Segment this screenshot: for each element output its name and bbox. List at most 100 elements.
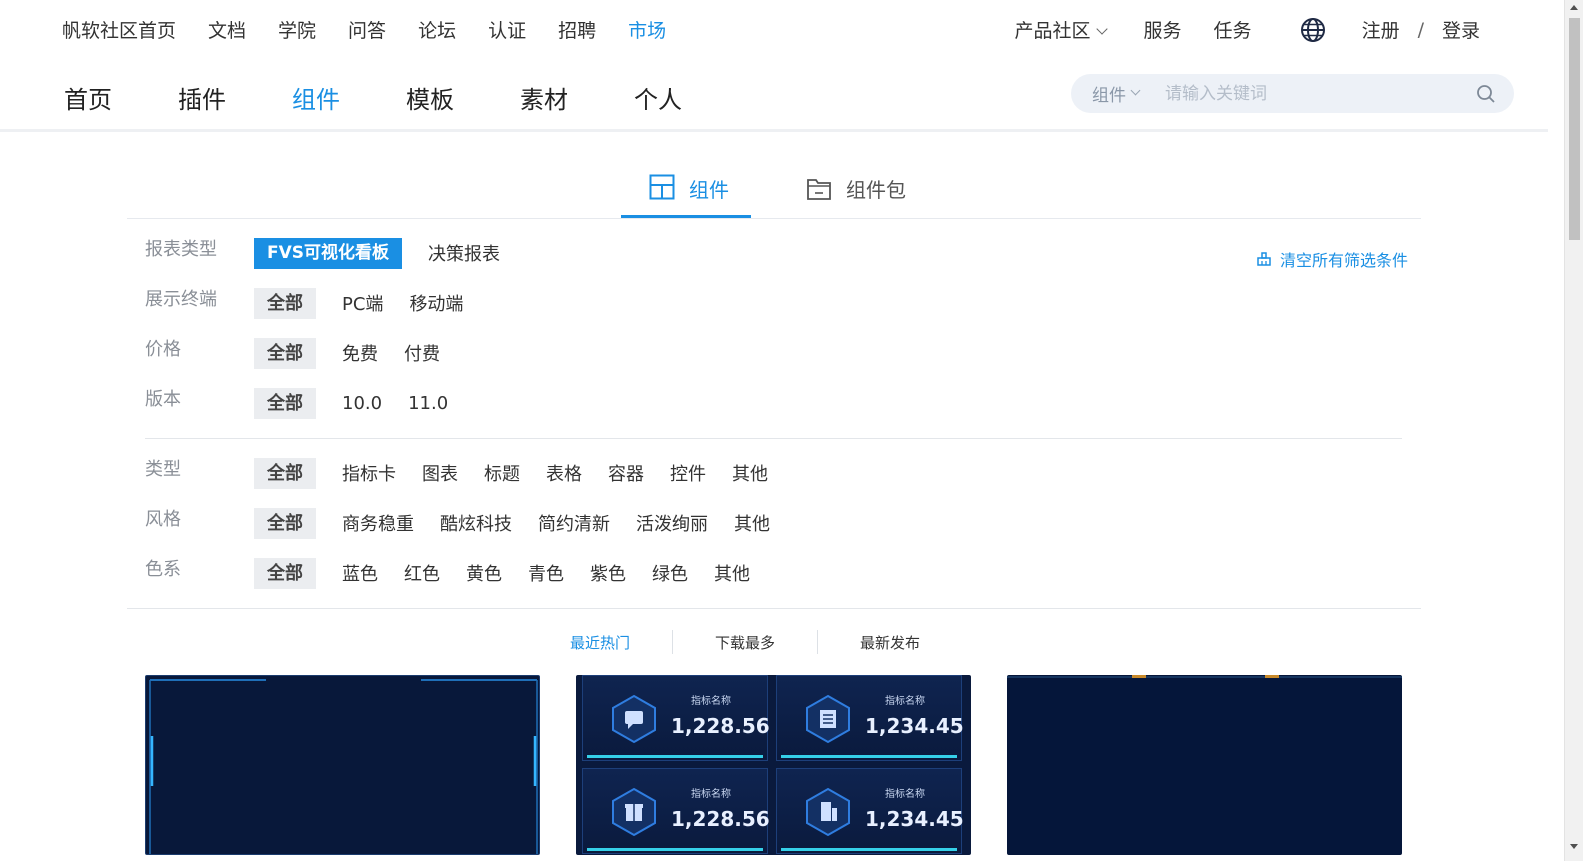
filter-label: 色系 — [145, 559, 181, 580]
filter-option[interactable]: 移动端 — [409, 290, 463, 316]
clear-filters-button[interactable]: 清空所有筛选条件 — [1256, 247, 1408, 271]
tab-packages-label: 组件包 — [846, 178, 906, 202]
filter-option[interactable]: 全部 — [254, 287, 316, 319]
filter-option[interactable]: 紫色 — [590, 560, 626, 586]
search-bar: 组件 — [1071, 74, 1514, 113]
kpi-label: 指标名称 — [885, 789, 925, 800]
kpi-value: 1,234.45 — [865, 807, 964, 831]
filter-option[interactable]: 活泼绚丽 — [636, 510, 708, 536]
nav-academy[interactable]: 学院 — [278, 16, 316, 43]
filter-option[interactable]: 黄色 — [466, 560, 502, 586]
filter-option[interactable]: 商务稳重 — [342, 510, 414, 536]
filter-option[interactable]: 付费 — [404, 340, 440, 366]
nav-market[interactable]: 市场 — [628, 16, 666, 43]
tab-components[interactable]: 组件 — [621, 174, 751, 218]
chevron-down-icon — [1095, 23, 1108, 35]
product-community-label: 产品社区 — [1014, 20, 1091, 42]
card-frame-decoration — [1007, 675, 1402, 678]
content-tabs: 组件 组件包 — [127, 164, 1421, 219]
filter-option[interactable]: PC端 — [342, 290, 383, 316]
filter-option[interactable]: 决策报表 — [428, 240, 500, 266]
nav-tasks[interactable]: 任务 — [1214, 16, 1252, 43]
scrollbar-thumb[interactable] — [1569, 18, 1580, 240]
card-frame-decoration — [149, 679, 538, 854]
filter-option[interactable]: 全部 — [254, 457, 316, 489]
tab-components-label: 组件 — [689, 178, 729, 202]
filter-option[interactable]: 其他 — [734, 510, 770, 536]
component-card[interactable] — [1007, 675, 1402, 855]
subnav-personal[interactable]: 个人 — [634, 80, 682, 115]
filter-option[interactable]: 青色 — [528, 560, 564, 586]
component-card[interactable] — [145, 675, 540, 855]
subnav-home[interactable]: 首页 — [64, 80, 112, 115]
kpi-bar — [781, 848, 957, 851]
nav-docs[interactable]: 文档 — [208, 16, 246, 43]
filter-option[interactable]: 11.0 — [408, 393, 448, 414]
list-icon — [806, 694, 850, 744]
filter-option[interactable]: 酷炫科技 — [440, 510, 512, 536]
filter-option[interactable]: 绿色 — [652, 560, 688, 586]
filter-option[interactable]: 控件 — [670, 460, 706, 486]
nav-fanruan-home[interactable]: 帆软社区首页 — [62, 16, 176, 43]
search-category-select[interactable]: 组件 — [1092, 81, 1141, 106]
nav-jobs[interactable]: 招聘 — [558, 16, 596, 43]
kpi-card-preview: 指标名称 1,234.45 — [776, 675, 964, 761]
filter-option[interactable]: 容器 — [608, 460, 644, 486]
filter-row-report-type: 报表类型 FVS可视化看板 决策报表 清空所有筛选条件 — [145, 237, 1410, 271]
search-input[interactable] — [1165, 83, 1455, 104]
chat-icon — [612, 694, 656, 744]
filter-option[interactable]: 其他 — [732, 460, 768, 486]
filter-option[interactable]: 全部 — [254, 337, 316, 369]
clear-filters-label: 清空所有筛选条件 — [1279, 251, 1408, 270]
filter-option[interactable]: 免费 — [342, 340, 378, 366]
subnav-plugins[interactable]: 插件 — [178, 80, 226, 115]
filter-option[interactable]: 10.0 — [342, 393, 382, 414]
filter-option[interactable]: 简约清新 — [538, 510, 610, 536]
filter-label: 风格 — [145, 509, 181, 530]
filter-option[interactable]: 全部 — [254, 507, 316, 539]
filter-option[interactable]: 蓝色 — [342, 560, 378, 586]
filter-option[interactable]: 其他 — [714, 560, 750, 586]
subnav-materials[interactable]: 素材 — [520, 80, 568, 115]
filter-option[interactable]: 标题 — [484, 460, 520, 486]
nav-services[interactable]: 服务 — [1144, 16, 1182, 43]
tab-component-packages[interactable]: 组件包 — [806, 174, 906, 203]
globe-icon[interactable] — [1300, 17, 1326, 43]
register-link[interactable]: 注册 — [1362, 16, 1400, 43]
filter-option[interactable]: 全部 — [254, 387, 316, 419]
sort-downloads[interactable]: 下载最多 — [715, 632, 775, 653]
nav-qa[interactable]: 问答 — [348, 16, 386, 43]
kpi-label: 指标名称 — [885, 696, 925, 707]
filter-option[interactable]: 全部 — [254, 557, 316, 589]
product-community-dropdown[interactable]: 产品社区 — [1014, 16, 1108, 43]
auth-separator: / — [1417, 18, 1424, 41]
component-card[interactable]: 指标名称 1,228.56 指标名称 1,234.45 指标名称 1,228.5… — [576, 675, 971, 855]
scroll-down-icon[interactable] — [1570, 844, 1578, 849]
layout-icon — [649, 174, 675, 200]
kpi-label: 指标名称 — [691, 789, 731, 800]
filter-label: 价格 — [145, 339, 181, 360]
sort-newest[interactable]: 最新发布 — [860, 632, 920, 653]
filter-label: 版本 — [145, 389, 181, 410]
top-navigation: 帆软社区首页 文档 学院 问答 论坛 认证 招聘 市场 产品社区 服务 任务 注… — [0, 0, 1548, 58]
subnav-templates[interactable]: 模板 — [406, 80, 454, 115]
sort-separator — [672, 630, 674, 654]
page-scrollbar[interactable] — [1564, 0, 1583, 861]
page: 帆软社区首页 文档 学院 问答 论坛 认证 招聘 市场 产品社区 服务 任务 注… — [0, 0, 1583, 861]
filter-option[interactable]: FVS可视化看板 — [254, 237, 403, 269]
filter-option[interactable]: 红色 — [404, 560, 440, 586]
filter-label: 展示终端 — [145, 289, 217, 310]
scroll-up-icon[interactable] — [1570, 5, 1578, 10]
search-icon[interactable] — [1476, 84, 1496, 104]
kpi-label: 指标名称 — [691, 696, 731, 707]
nav-certification[interactable]: 认证 — [488, 16, 526, 43]
kpi-value: 1,228.56 — [671, 807, 770, 831]
sort-hot[interactable]: 最近热门 — [570, 632, 630, 653]
login-link[interactable]: 登录 — [1442, 16, 1480, 43]
filter-option[interactable]: 表格 — [546, 460, 582, 486]
nav-forum[interactable]: 论坛 — [418, 16, 456, 43]
sub-navigation: 首页 插件 组件 模板 素材 个人 组件 — [0, 58, 1548, 132]
filter-option[interactable]: 图表 — [422, 460, 458, 486]
filter-option[interactable]: 指标卡 — [342, 460, 396, 486]
subnav-components[interactable]: 组件 — [292, 80, 340, 115]
